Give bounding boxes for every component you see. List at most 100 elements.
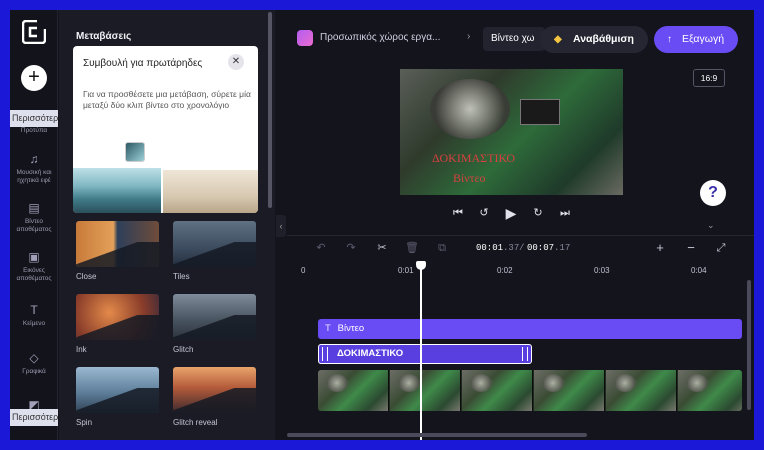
film-icon: ▤ bbox=[28, 201, 40, 215]
transition-glitch[interactable] bbox=[173, 294, 256, 340]
play-icon[interactable]: ▶ bbox=[504, 206, 518, 220]
tip-illustration-clip-a bbox=[73, 168, 161, 213]
title-clip-label: ΔΟΚΙΜΑΣΤΙΚΟ bbox=[337, 348, 404, 359]
image-icon: ▣ bbox=[28, 250, 40, 264]
video-frame-thumb bbox=[390, 370, 461, 411]
app-window: + Περισσότερα Προτύπα ♫ Μουσική και ηχητ… bbox=[10, 10, 754, 440]
export-button[interactable]: ↑ Εξαγωγή bbox=[654, 26, 738, 53]
transition-ink[interactable] bbox=[76, 294, 159, 340]
workspace-name[interactable]: Προσωπικός χώρος εργα... bbox=[320, 32, 440, 43]
workspace-avatar[interactable] bbox=[297, 30, 313, 46]
current-time: 00:01.37 bbox=[476, 243, 520, 253]
export-label: Εξαγωγή bbox=[682, 33, 725, 45]
zoom-out-icon[interactable]: − bbox=[683, 240, 699, 256]
timeline-ruler[interactable]: 0 0:01 0:02 0:03 0:04 bbox=[287, 262, 754, 280]
top-bar: Προσωπικός χώρος εργα... › Βίντεο χω ◆ Α… bbox=[287, 22, 754, 54]
skip-forward-icon[interactable]: ⏭ bbox=[558, 206, 572, 220]
transition-glitch-reveal[interactable] bbox=[173, 367, 256, 413]
more-tab-top[interactable]: Περισσότερα bbox=[10, 110, 58, 127]
beginner-tip-card: Συμβουλή για πρωτάρηδες ✕ Για να προσθέσ… bbox=[73, 46, 258, 213]
text-icon: T bbox=[325, 323, 331, 334]
upload-icon: ↑ bbox=[667, 34, 672, 45]
transition-tiles[interactable] bbox=[173, 221, 256, 267]
video-preview[interactable]: ΔΟΚΙΜΑΣΤΙΚΟ Βίντεο bbox=[400, 69, 623, 195]
clipchamp-logo[interactable] bbox=[22, 20, 46, 44]
playhead[interactable] bbox=[420, 262, 422, 440]
zoom-in-icon[interactable]: + bbox=[652, 240, 668, 256]
preview-disk-visual bbox=[430, 79, 510, 139]
project-name-field[interactable]: Βίντεο χω bbox=[483, 27, 545, 51]
sidebar-item-label: Γραφικά bbox=[22, 368, 46, 375]
video-frame-thumb bbox=[462, 370, 533, 411]
skip-back-icon[interactable]: ⏮ bbox=[451, 206, 465, 220]
sidebar-item-label: Βίντεο αποθέματος bbox=[16, 218, 52, 233]
duplicate-icon[interactable]: ⧉ bbox=[435, 241, 449, 255]
video-frame-thumb bbox=[534, 370, 605, 411]
video-frame-thumb bbox=[678, 370, 742, 411]
sidebar-item-text[interactable]: T Κείμενο bbox=[10, 303, 58, 328]
sidebar-item-label: Μουσική και ηχητικά εφέ bbox=[16, 169, 52, 184]
total-time: 00:07.17 bbox=[527, 243, 571, 253]
tip-title: Συμβουλή για πρωτάρηδες bbox=[83, 58, 203, 69]
help-button[interactable]: ? bbox=[700, 180, 726, 206]
sidebar-item-stock-images[interactable]: ▣ Εικόνες αποθέματος bbox=[10, 250, 58, 283]
text-clip[interactable]: T Βίντεο bbox=[318, 319, 742, 339]
preview-chip-visual bbox=[520, 99, 560, 125]
left-rail: + Περισσότερα Προτύπα ♫ Μουσική και ηχητ… bbox=[10, 10, 58, 440]
chevron-right-icon: › bbox=[467, 31, 471, 42]
add-media-button[interactable]: + bbox=[21, 65, 47, 91]
music-icon: ♫ bbox=[29, 152, 39, 166]
close-icon[interactable]: ✕ bbox=[228, 54, 244, 70]
transition-label: Glitch reveal bbox=[173, 418, 218, 427]
video-clip[interactable] bbox=[318, 370, 742, 411]
collapse-panel-chevron-icon[interactable]: ‹ bbox=[276, 215, 286, 237]
timeline-horizontal-scrollbar[interactable] bbox=[287, 433, 587, 437]
timeline-toolbar: ↶ ↷ ✂ 🗑 ⧉ 00:01.37 / 00:07.17 + − ⤢ bbox=[287, 235, 754, 259]
time-separator: / bbox=[519, 243, 525, 253]
aspect-ratio-button[interactable]: 16:9 bbox=[693, 69, 725, 87]
trim-handle-right[interactable] bbox=[522, 347, 528, 361]
diamond-icon: ◆ bbox=[554, 34, 562, 45]
video-frame-thumb bbox=[606, 370, 677, 411]
transition-label: Close bbox=[76, 272, 97, 281]
transition-spin[interactable] bbox=[76, 367, 159, 413]
undo-icon[interactable]: ↶ bbox=[314, 241, 328, 255]
upgrade-label: Αναβάθμιση bbox=[573, 33, 634, 45]
panel-title: Μεταβάσεις bbox=[76, 31, 132, 42]
ruler-tick: 0:02 bbox=[497, 266, 513, 275]
transition-close[interactable] bbox=[76, 221, 159, 267]
tip-transition-chip bbox=[125, 142, 145, 162]
rewind-5s-icon[interactable]: ↺ bbox=[477, 206, 491, 220]
ruler-tick: 0 bbox=[301, 266, 306, 275]
sidebar-item-graphics[interactable]: ◇ Γραφικά bbox=[10, 351, 58, 376]
fit-timeline-icon[interactable]: ⤢ bbox=[713, 240, 729, 256]
panel-scrollbar[interactable] bbox=[268, 12, 272, 208]
redo-icon[interactable]: ↷ bbox=[344, 241, 358, 255]
preview-overlay-title: ΔΟΚΙΜΑΣΤΙΚΟ bbox=[432, 151, 515, 165]
sidebar-item-label: Προτύπα bbox=[20, 127, 48, 134]
split-scissors-icon[interactable]: ✂ bbox=[375, 241, 389, 255]
sidebar-item-stock-video[interactable]: ▤ Βίντεο αποθέματος bbox=[10, 201, 58, 234]
video-frame-thumb bbox=[318, 370, 389, 411]
sidebar-item-music[interactable]: ♫ Μουσική και ηχητικά εφέ bbox=[10, 152, 58, 185]
sidebar-item-label: Κείμενο bbox=[22, 320, 46, 327]
forward-5s-icon[interactable]: ↻ bbox=[531, 206, 545, 220]
ruler-tick: 0:03 bbox=[594, 266, 610, 275]
more-tab-bottom[interactable]: Περισσότερα bbox=[10, 409, 58, 426]
transitions-panel: Μεταβάσεις Συμβουλή για πρωτάρηδες ✕ Για… bbox=[59, 10, 275, 440]
ruler-tick: 0:01 bbox=[398, 266, 414, 275]
text-icon: T bbox=[30, 303, 38, 317]
sidebar-item-templates[interactable]: Προτύπα bbox=[10, 127, 58, 135]
title-clip-selected[interactable]: ΔΟΚΙΜΑΣΤΙΚΟ bbox=[318, 344, 532, 364]
trim-handle-left[interactable] bbox=[322, 347, 328, 361]
transition-label: Ink bbox=[76, 345, 87, 354]
upgrade-button[interactable]: ◆ Αναβάθμιση bbox=[540, 26, 648, 53]
transition-label: Spin bbox=[76, 418, 93, 427]
timeline-vertical-scrollbar[interactable] bbox=[747, 280, 751, 410]
transition-label: Glitch bbox=[173, 345, 194, 354]
shapes-icon: ◇ bbox=[29, 351, 39, 365]
preview-overlay-subtitle: Βίντεο bbox=[453, 171, 486, 185]
delete-icon[interactable]: 🗑 bbox=[405, 241, 419, 255]
chevron-down-icon[interactable]: ⌄ bbox=[707, 220, 715, 231]
sidebar-item-label: Εικόνες αποθέματος bbox=[16, 267, 52, 282]
